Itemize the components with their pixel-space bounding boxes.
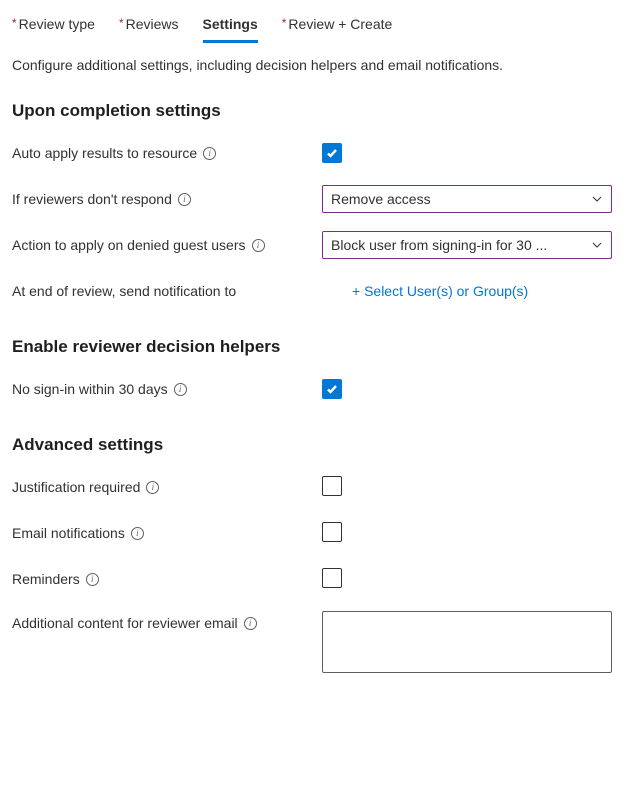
checkbox-auto-apply[interactable] — [322, 143, 342, 163]
section-title: Enable reviewer decision helpers — [12, 337, 618, 357]
section-title: Upon completion settings — [12, 101, 618, 121]
select-denied-guest[interactable]: Block user from signing-in for 30 ... — [322, 231, 612, 259]
info-icon[interactable]: i — [86, 573, 99, 586]
label-additional-content: Additional content for reviewer email i — [12, 611, 322, 631]
label-text: At end of review, send notification to — [12, 283, 236, 299]
label-text: Reminders — [12, 571, 80, 587]
checkmark-icon — [326, 147, 338, 159]
info-icon[interactable]: i — [146, 481, 159, 494]
section-decision-helpers: Enable reviewer decision helpers No sign… — [12, 337, 618, 403]
tab-settings[interactable]: Settings — [203, 10, 258, 43]
tabs-nav: *Review type *Reviews Settings *Review +… — [12, 10, 618, 43]
label-no-signin: No sign-in within 30 days i — [12, 381, 322, 397]
info-icon[interactable]: i — [131, 527, 144, 540]
chevron-down-icon — [591, 193, 603, 205]
required-asterisk-icon: * — [282, 16, 287, 30]
label-text: Justification required — [12, 479, 140, 495]
checkbox-no-signin[interactable] — [322, 379, 342, 399]
tab-review-create[interactable]: *Review + Create — [282, 10, 393, 43]
label-denied-guest: Action to apply on denied guest users i — [12, 237, 322, 253]
info-icon[interactable]: i — [244, 617, 257, 630]
label-text: Action to apply on denied guest users — [12, 237, 246, 253]
row-no-respond: If reviewers don't respond i Remove acce… — [12, 185, 618, 213]
select-value: Remove access — [331, 191, 431, 207]
row-no-signin: No sign-in within 30 days i — [12, 375, 618, 403]
row-justification: Justification required i — [12, 473, 618, 501]
row-additional-content: Additional content for reviewer email i — [12, 611, 618, 676]
tab-label: Review + Create — [288, 16, 392, 32]
label-auto-apply: Auto apply results to resource i — [12, 145, 322, 161]
label-text: Additional content for reviewer email — [12, 615, 238, 631]
info-icon[interactable]: i — [174, 383, 187, 396]
tab-review-type[interactable]: *Review type — [12, 10, 95, 43]
info-icon[interactable]: i — [178, 193, 191, 206]
section-title: Advanced settings — [12, 435, 618, 455]
row-denied-guest: Action to apply on denied guest users i … — [12, 231, 618, 259]
label-justification: Justification required i — [12, 479, 322, 495]
chevron-down-icon — [591, 239, 603, 251]
label-no-respond: If reviewers don't respond i — [12, 191, 322, 207]
link-select-users-groups[interactable]: + Select User(s) or Group(s) — [322, 283, 528, 299]
row-email-notifications: Email notifications i — [12, 519, 618, 547]
tab-label: Reviews — [126, 16, 179, 32]
required-asterisk-icon: * — [12, 16, 17, 30]
select-value: Block user from signing-in for 30 ... — [331, 237, 547, 253]
label-email-notifications: Email notifications i — [12, 525, 322, 541]
checkbox-reminders[interactable] — [322, 568, 342, 588]
label-notification: At end of review, send notification to — [12, 283, 322, 299]
section-advanced: Advanced settings Justification required… — [12, 435, 618, 676]
checkbox-email-notifications[interactable] — [322, 522, 342, 542]
required-asterisk-icon: * — [119, 16, 124, 30]
section-upon-completion: Upon completion settings Auto apply resu… — [12, 101, 618, 305]
row-reminders: Reminders i — [12, 565, 618, 593]
tab-label: Settings — [203, 16, 258, 32]
label-text: Email notifications — [12, 525, 125, 541]
select-no-respond[interactable]: Remove access — [322, 185, 612, 213]
tab-label: Review type — [19, 16, 95, 32]
label-text: Auto apply results to resource — [12, 145, 197, 161]
page-description: Configure additional settings, including… — [12, 57, 618, 73]
label-text: No sign-in within 30 days — [12, 381, 168, 397]
checkbox-justification[interactable] — [322, 476, 342, 496]
info-icon[interactable]: i — [203, 147, 216, 160]
tab-reviews[interactable]: *Reviews — [119, 10, 179, 43]
textarea-additional-content[interactable] — [322, 611, 612, 673]
checkmark-icon — [326, 383, 338, 395]
label-text: If reviewers don't respond — [12, 191, 172, 207]
info-icon[interactable]: i — [252, 239, 265, 252]
row-notification: At end of review, send notification to +… — [12, 277, 618, 305]
label-reminders: Reminders i — [12, 571, 322, 587]
row-auto-apply: Auto apply results to resource i — [12, 139, 618, 167]
